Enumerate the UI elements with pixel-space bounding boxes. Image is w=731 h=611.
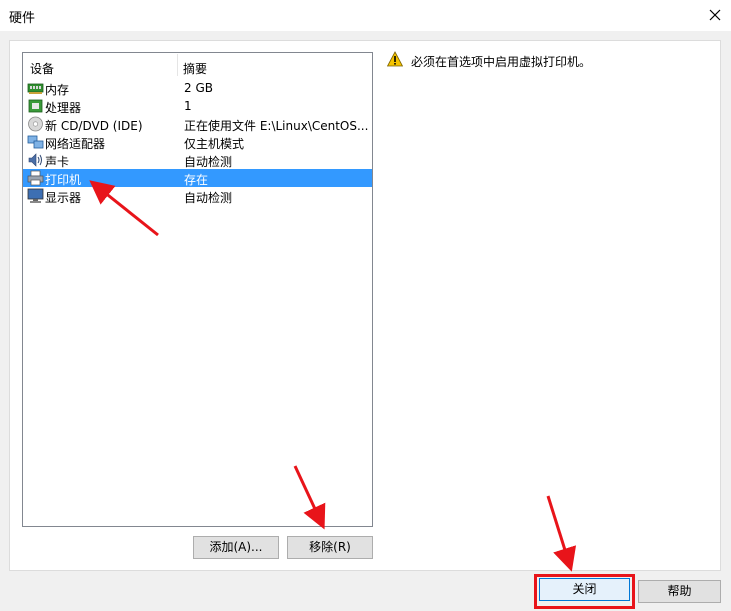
column-separator[interactable]	[177, 54, 178, 76]
device-row-printer[interactable]: 打印机 存在	[23, 169, 372, 187]
help-button-label: 帮助	[667, 584, 692, 598]
device-row-network-adapter[interactable]: 网络适配器 仅主机模式	[23, 133, 372, 151]
remove-button-label: 移除(R)	[309, 540, 351, 554]
device-name: 打印机	[45, 173, 82, 187]
close-button[interactable]: 关闭	[539, 578, 630, 601]
warning-icon	[387, 51, 403, 67]
device-row-display[interactable]: 显示器 自动检测	[23, 187, 372, 205]
cd-dvd-icon	[27, 116, 44, 132]
close-button-label: 关闭	[572, 582, 597, 596]
sound-card-icon	[27, 152, 44, 168]
device-summary: 2 GB	[184, 81, 213, 95]
device-summary: 1	[184, 99, 192, 113]
window-title: 硬件	[9, 11, 36, 26]
device-name: 显示器	[45, 191, 82, 205]
device-summary: 正在使用文件 E:\Linux\CentOS...	[184, 119, 369, 133]
device-summary: 自动检测	[184, 191, 233, 205]
help-button[interactable]: 帮助	[638, 580, 721, 603]
device-name: 处理器	[45, 101, 82, 115]
device-summary: 自动检测	[184, 155, 233, 169]
device-name: 新 CD/DVD (IDE)	[45, 119, 143, 133]
device-row-memory[interactable]: 内存 2 GB	[23, 79, 372, 97]
device-summary: 存在	[184, 173, 209, 187]
device-name: 声卡	[45, 155, 70, 169]
close-icon[interactable]	[702, 2, 728, 28]
device-name: 内存	[45, 83, 70, 97]
memory-icon	[27, 80, 44, 96]
device-list[interactable]: 设备 摘要 内存 2 GB 处理器 1 新 CD/DVD (IDE) 正在使用文…	[22, 52, 373, 527]
warning-message: 必须在首选项中启用虚拟打印机。	[411, 55, 592, 69]
device-row-cd-dvd[interactable]: 新 CD/DVD (IDE) 正在使用文件 E:\Linux\CentOS...	[23, 115, 372, 133]
column-header-device[interactable]: 设备	[30, 60, 54, 77]
printer-icon	[27, 170, 44, 186]
add-button[interactable]: 添加(A)...	[193, 536, 279, 559]
network-adapter-icon	[27, 134, 44, 150]
column-header-summary[interactable]: 摘要	[183, 60, 207, 77]
device-summary: 仅主机模式	[184, 137, 245, 151]
add-button-label: 添加(A)...	[209, 540, 263, 554]
display-icon	[27, 188, 44, 204]
title-bar: 硬件	[0, 0, 731, 31]
remove-button[interactable]: 移除(R)	[287, 536, 373, 559]
device-name: 网络适配器	[45, 137, 106, 151]
device-row-sound-card[interactable]: 声卡 自动检测	[23, 151, 372, 169]
device-row-processor[interactable]: 处理器 1	[23, 97, 372, 115]
cpu-icon	[27, 98, 44, 114]
list-header: 设备 摘要	[23, 53, 372, 79]
